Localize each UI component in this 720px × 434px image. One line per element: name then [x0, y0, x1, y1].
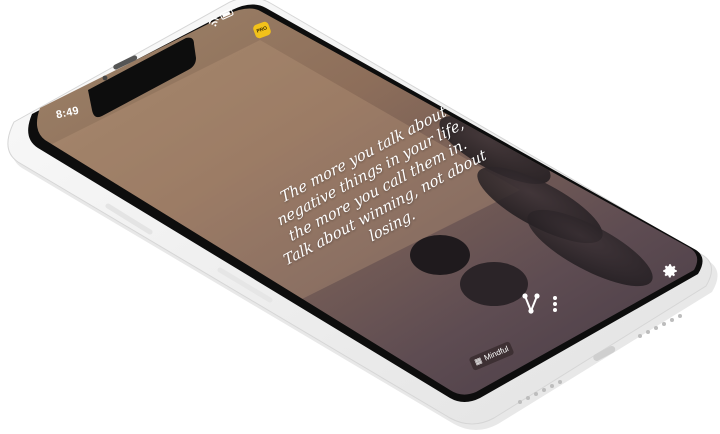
- front-camera: [102, 75, 108, 81]
- share-icon[interactable]: [522, 293, 540, 314]
- stone-4: [410, 235, 470, 275]
- stone-5: [460, 262, 528, 306]
- more-vertical-icon[interactable]: [553, 296, 557, 312]
- quote-actions: [519, 292, 567, 316]
- gear-icon[interactable]: [661, 262, 679, 280]
